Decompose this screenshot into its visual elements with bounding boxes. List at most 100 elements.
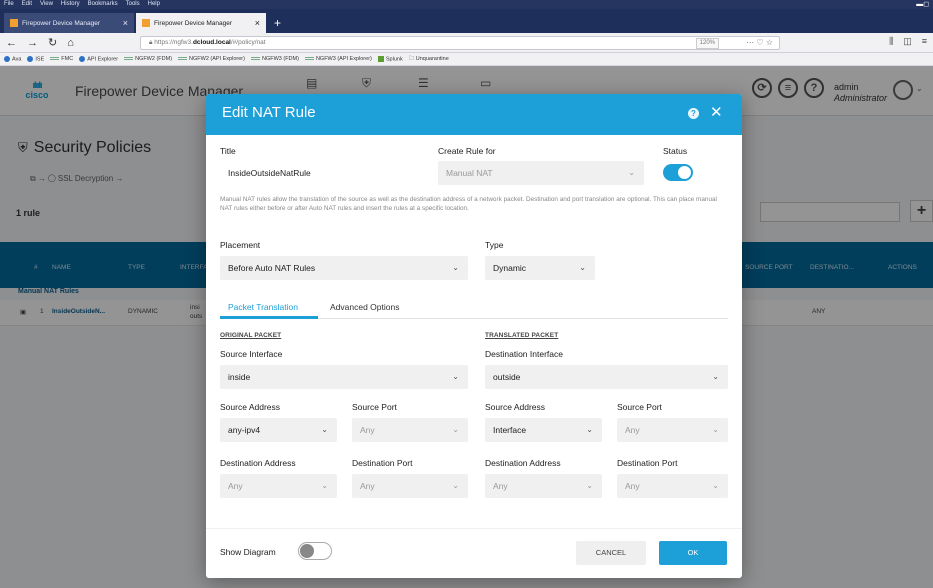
bookmark-item[interactable]: NGFW3 (FDM)	[250, 56, 299, 62]
forward-icon[interactable]: →	[27, 37, 38, 49]
fdm-favicon-icon	[10, 19, 18, 27]
orig-source-port-label: Source Port	[352, 402, 397, 412]
orig-source-interface-value: inside	[228, 372, 251, 382]
orig-source-address-select[interactable]: any-ipv4 ⌄	[220, 418, 337, 442]
chevron-down-icon: ⌄	[321, 481, 328, 490]
cancel-button[interactable]: CANCEL	[576, 541, 646, 565]
tab-packet-translation[interactable]: Packet Translation	[228, 302, 298, 312]
orig-source-port-value: Any	[360, 425, 375, 435]
tab-advanced-options[interactable]: Advanced Options	[330, 302, 399, 312]
translated-packet-heading: TRANSLATED PACKET	[485, 332, 559, 339]
globe-icon	[4, 55, 10, 62]
cisco-icon	[50, 57, 60, 61]
bookmark-item[interactable]: API Explorer	[79, 55, 118, 62]
reload-icon[interactable]: ↻	[48, 36, 57, 49]
orig-source-address-label: Source Address	[220, 402, 281, 412]
globe-icon	[27, 55, 34, 62]
create-rule-select: Manual NAT ⌄	[438, 161, 644, 185]
trans-destination-address-select[interactable]: Any ⌄	[485, 474, 602, 498]
status-toggle[interactable]	[663, 164, 693, 181]
bookmark-item[interactable]: Ava	[4, 55, 21, 62]
splunk-icon	[377, 55, 384, 62]
manual-nat-description: Manual NAT rules allow the translation o…	[220, 196, 717, 212]
orig-source-port-select[interactable]: Any ⌄	[352, 418, 468, 442]
url-bar[interactable]: 🔒︎ https://ngfw3.dcloud.local/#/policy/n…	[140, 36, 780, 50]
menu-history[interactable]: History	[61, 0, 80, 9]
tab-close-icon[interactable]: ×	[255, 18, 260, 28]
bookmark-item[interactable]: NGFW2 (FDM)	[124, 56, 172, 62]
chevron-down-icon: ⌄	[712, 372, 719, 381]
browser-tab-active[interactable]: Firepower Device Manager ×	[136, 13, 266, 33]
menu-file[interactable]: File	[4, 0, 14, 9]
trans-destination-interface-select[interactable]: outside ⌄	[485, 365, 728, 389]
trans-destination-interface-label: Destination Interface	[485, 349, 563, 359]
trans-destination-address-label: Destination Address	[485, 458, 561, 468]
fdm-favicon-icon	[142, 19, 150, 27]
tab-label: Firepower Device Manager	[154, 19, 233, 27]
trans-source-port-label: Source Port	[617, 402, 662, 412]
browser-toolbar-right: ⫼ ◫ ≡	[889, 36, 927, 47]
dialog-header: Edit NAT Rule ? ✕	[206, 94, 742, 135]
show-diagram-toggle[interactable]	[298, 542, 332, 560]
sidebar-icon[interactable]: ◫	[903, 36, 912, 47]
help-icon[interactable]: ?	[688, 108, 699, 119]
active-tab-indicator	[220, 316, 318, 319]
chevron-down-icon: ⌄	[452, 481, 459, 490]
tab-close-icon[interactable]: ×	[123, 18, 128, 28]
cisco-icon	[124, 57, 134, 61]
browser-tab[interactable]: Firepower Device Manager ×	[4, 13, 134, 33]
orig-destination-port-select[interactable]: Any ⌄	[352, 474, 468, 498]
trans-source-port-select[interactable]: Any ⌄	[617, 418, 728, 442]
url-prefix: https://ngfw3.	[154, 39, 193, 46]
orig-destination-address-label: Destination Address	[220, 458, 296, 468]
menu-help[interactable]: Help	[148, 0, 160, 9]
trans-destination-interface-value: outside	[493, 372, 521, 382]
bookmark-item[interactable]: 🗀︎ Unquarantine	[409, 55, 449, 64]
dialog-title: Edit NAT Rule	[222, 104, 316, 121]
orig-source-address-value: any-ipv4	[228, 425, 261, 435]
menu-bookmarks[interactable]: Bookmarks	[88, 0, 118, 9]
title-input[interactable]: InsideOutsideNatRule	[220, 161, 420, 185]
bookmark-item[interactable]: NGFW3 (API Explorer)	[304, 56, 372, 62]
close-icon[interactable]: ✕	[710, 103, 723, 121]
status-label: Status	[663, 146, 688, 156]
page-actions[interactable]: ··· ♡ ☆	[746, 37, 773, 49]
trans-source-address-value: Interface	[493, 425, 527, 435]
menu-tools[interactable]: Tools	[126, 0, 140, 9]
bookmark-item[interactable]: Splunk	[377, 55, 403, 62]
bookmark-item[interactable]: FMC	[50, 56, 73, 62]
library-icon[interactable]: ⫼	[889, 36, 893, 47]
bookmark-item[interactable]: NGFW2 (API Explorer)	[178, 56, 245, 62]
orig-source-interface-label: Source Interface	[220, 349, 283, 359]
back-icon[interactable]: ←	[6, 37, 17, 49]
url-path: /#/policy/nat	[230, 39, 266, 46]
url-host: dcloud.local	[192, 39, 231, 46]
chevron-down-icon: ⌄	[628, 168, 635, 177]
trans-destination-port-select[interactable]: Any ⌄	[617, 474, 728, 498]
browser-navbar: ← → ↻ ⌂ 🔒︎ https://ngfw3.dcloud.local/#/…	[0, 33, 933, 53]
orig-source-interface-select[interactable]: inside ⌄	[220, 365, 468, 389]
hamburger-menu-icon[interactable]: ≡	[922, 36, 927, 47]
show-diagram-label: Show Diagram	[220, 547, 276, 557]
create-rule-value: Manual NAT	[446, 168, 493, 178]
new-tab-icon[interactable]: +	[268, 13, 287, 33]
menu-view[interactable]: View	[40, 0, 53, 9]
orig-destination-address-select[interactable]: Any ⌄	[220, 474, 337, 498]
placement-value: Before Auto NAT Rules	[228, 263, 316, 273]
create-rule-label: Create Rule for	[438, 146, 496, 156]
chevron-down-icon: ⌄	[321, 425, 328, 434]
menu-edit[interactable]: Edit	[22, 0, 32, 9]
chevron-down-icon: ⌄	[452, 372, 459, 381]
ok-button[interactable]: OK	[659, 541, 727, 565]
window-controls[interactable]: ▬◻	[916, 0, 929, 9]
home-icon[interactable]: ⌂	[67, 37, 74, 49]
chevron-down-icon: ⌄	[586, 481, 593, 490]
title-label: Title	[220, 146, 236, 156]
browser-tabbar: Firepower Device Manager × Firepower Dev…	[0, 9, 933, 33]
bookmark-item[interactable]: ISE	[27, 55, 44, 62]
cisco-icon	[304, 57, 314, 61]
type-select[interactable]: Dynamic ⌄	[485, 256, 595, 280]
zoom-level[interactable]: 120%	[695, 38, 719, 49]
trans-source-address-select[interactable]: Interface ⌄	[485, 418, 602, 442]
placement-select[interactable]: Before Auto NAT Rules ⌄	[220, 256, 468, 280]
